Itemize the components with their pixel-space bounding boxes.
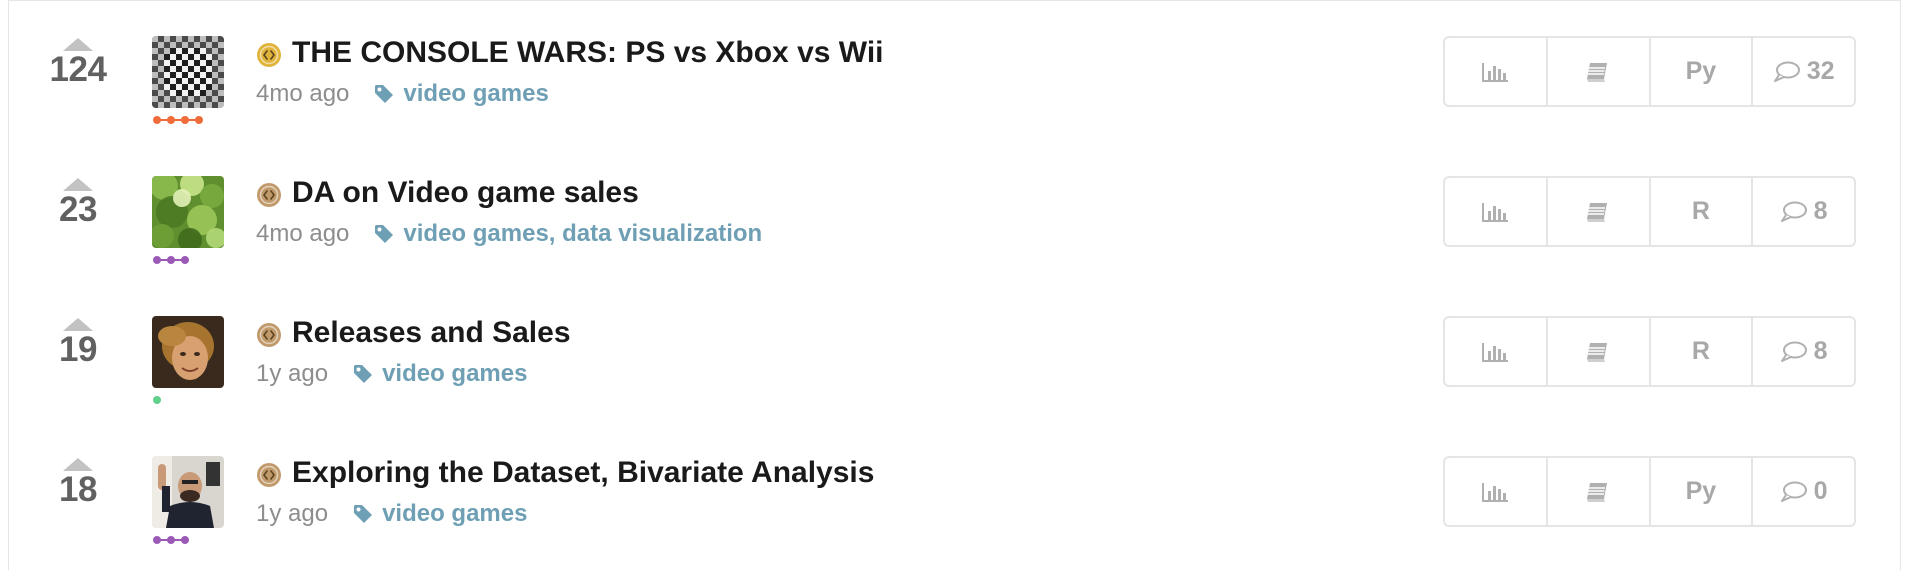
kernel-tags[interactable]: video games: [382, 500, 527, 528]
kernel-row: 124 THE CONSOLE WARS: PS vs Xbox vs Wii …: [0, 0, 1910, 140]
output-chart-button[interactable]: [1445, 318, 1548, 385]
vote-count: 23: [59, 190, 97, 229]
kernel-age: 4mo ago: [256, 80, 350, 107]
vote-count: 19: [59, 330, 97, 369]
vote-count: 124: [49, 50, 107, 89]
author-tier-indicator: [152, 394, 164, 406]
kernel-title[interactable]: DA on Video game sales: [292, 174, 639, 212]
language-label[interactable]: Py: [1651, 38, 1754, 105]
kernel-age: 1y ago: [256, 500, 329, 527]
kernel-title[interactable]: Exploring the Dataset, Bivariate Analysi…: [292, 454, 874, 492]
kernel-actions: Py 32: [1443, 36, 1856, 107]
bar-chart-icon: [1481, 201, 1509, 223]
comments-button[interactable]: 0: [1753, 458, 1854, 525]
notebook-icon: [1585, 200, 1611, 224]
kernel-row: 19 Releases and Sales 1y ago video games: [0, 280, 1910, 420]
medal-icon: [256, 462, 282, 488]
medal-icon: [256, 322, 282, 348]
speech-bubble-icon: [1780, 341, 1808, 363]
upvote-button[interactable]: 19: [38, 318, 118, 370]
medal-icon: [256, 42, 282, 68]
kernel-actions: R 8: [1443, 316, 1856, 387]
output-chart-button[interactable]: [1445, 458, 1548, 525]
comment-count: 8: [1813, 337, 1828, 365]
kernel-title[interactable]: Releases and Sales: [292, 314, 571, 352]
author-avatar[interactable]: [152, 316, 224, 388]
notebook-icon: [1585, 480, 1611, 504]
language-label[interactable]: Py: [1651, 458, 1754, 525]
tag-icon: [373, 83, 395, 105]
speech-bubble-icon: [1773, 61, 1801, 83]
kernel-row: 23 DA on Video game sales 4mo ago video …: [0, 140, 1910, 280]
author-avatar[interactable]: [152, 176, 224, 248]
author-tier-indicator: [152, 114, 206, 126]
upvote-button[interactable]: 18: [38, 458, 118, 510]
notebook-button[interactable]: [1548, 178, 1651, 245]
speech-bubble-icon: [1780, 481, 1808, 503]
kernel-meta: 4mo ago video games, data visualization: [256, 218, 762, 250]
kernel-age: 4mo ago: [256, 220, 350, 247]
kernel-meta: 4mo ago video games: [256, 78, 549, 110]
kernel-row: 18 Exploring the Dataset, Bivariate Anal…: [0, 420, 1910, 560]
notebook-button[interactable]: [1548, 458, 1651, 525]
kernel-tags[interactable]: video games: [403, 80, 548, 108]
author-tier-indicator: [152, 534, 192, 546]
comment-count: 8: [1813, 197, 1828, 225]
notebook-icon: [1585, 340, 1611, 364]
kernel-tags[interactable]: video games: [382, 360, 527, 388]
language-label[interactable]: R: [1651, 178, 1754, 245]
comment-count: 0: [1813, 477, 1828, 505]
upvote-button[interactable]: 124: [38, 38, 118, 90]
author-avatar[interactable]: [152, 36, 224, 108]
output-chart-button[interactable]: [1445, 178, 1548, 245]
bar-chart-icon: [1481, 61, 1509, 83]
comment-count: 32: [1806, 57, 1835, 85]
kernel-tags[interactable]: video games, data visualization: [403, 220, 762, 248]
speech-bubble-icon: [1780, 201, 1808, 223]
kernel-meta: 1y ago video games: [256, 498, 527, 530]
vote-count: 18: [59, 470, 97, 509]
language-label[interactable]: R: [1651, 318, 1754, 385]
notebook-button[interactable]: [1548, 318, 1651, 385]
upvote-button[interactable]: 23: [38, 178, 118, 230]
output-chart-button[interactable]: [1445, 38, 1548, 105]
kernel-meta: 1y ago video games: [256, 358, 527, 390]
kernel-age: 1y ago: [256, 360, 329, 387]
kernel-actions: Py 0: [1443, 456, 1856, 527]
tag-icon: [373, 223, 395, 245]
comments-button[interactable]: 8: [1753, 318, 1854, 385]
tag-icon: [352, 363, 374, 385]
notebook-button[interactable]: [1548, 38, 1651, 105]
comments-button[interactable]: 32: [1753, 38, 1854, 105]
tag-icon: [352, 503, 374, 525]
medal-icon: [256, 182, 282, 208]
kernel-actions: R 8: [1443, 176, 1856, 247]
notebook-icon: [1585, 60, 1611, 84]
comments-button[interactable]: 8: [1753, 178, 1854, 245]
author-tier-indicator: [152, 254, 192, 266]
bar-chart-icon: [1481, 481, 1509, 503]
kernel-title[interactable]: THE CONSOLE WARS: PS vs Xbox vs Wii: [292, 34, 884, 72]
bar-chart-icon: [1481, 341, 1509, 363]
author-avatar[interactable]: [152, 456, 224, 528]
